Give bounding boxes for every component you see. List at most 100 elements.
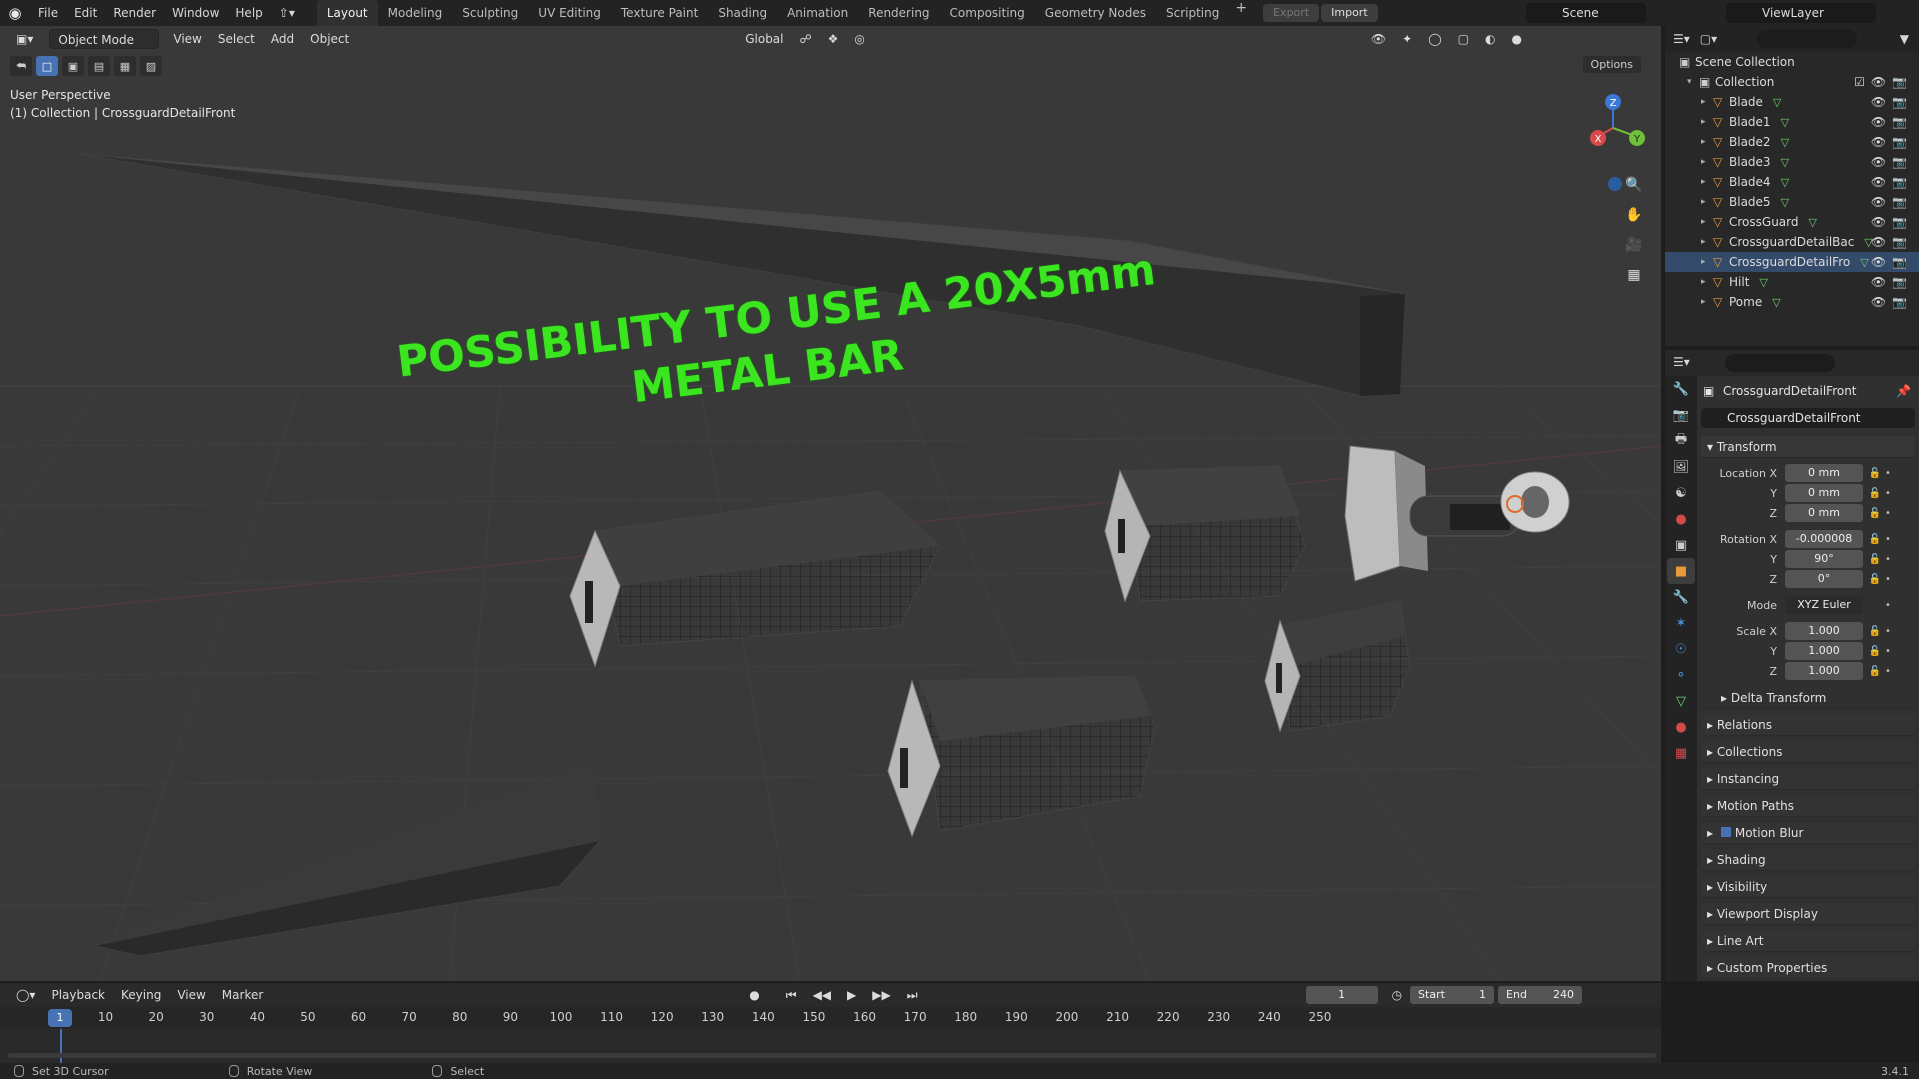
property-section[interactable]: ▸ Instancing [1701,768,1915,790]
property-section[interactable]: ▸ Motion Paths [1701,795,1915,817]
tool-tab-icon[interactable]: 🔧 [1667,376,1695,402]
rotation-x-field[interactable]: -0.000008 [1785,530,1863,548]
rotation-y-field[interactable]: 90° [1785,550,1863,568]
next-keyframe-icon[interactable]: ▶▶ [864,985,898,1005]
outliner-editor-icon[interactable]: ☰▾ [1673,32,1690,46]
ortho-grid-icon[interactable]: ▦ [1621,262,1647,288]
visibility-toggle-icons[interactable]: 👁📷 [1871,195,1913,209]
current-frame-marker[interactable]: 1 [48,1009,72,1027]
tab-modeling[interactable]: Modeling [378,0,453,26]
visibility-icon[interactable]: 👁 [1363,29,1394,49]
menu-timeline-view[interactable]: View [169,985,213,1005]
mesh-data-icon[interactable]: ▽ [1773,96,1781,109]
menu-window[interactable]: Window [164,6,227,20]
select-new-icon[interactable]: □ [36,56,58,76]
property-section[interactable]: ▸ Motion Blur [1701,822,1915,844]
menu-marker[interactable]: Marker [214,985,271,1005]
filter-icon[interactable]: ▼ [1900,32,1909,46]
mesh-data-icon[interactable]: ▽ [1781,196,1789,209]
expand-icon[interactable]: ▸ [1701,217,1713,227]
tab-animation[interactable]: Animation [777,0,858,26]
rotation-z-field[interactable]: 0° [1785,570,1863,588]
outliner-item[interactable]: ▸ ▽ Hilt ▽ 👁📷 [1665,272,1919,292]
outliner-item[interactable]: ▸ ▽ CrossguardDetailBac ▽ 👁📷 [1665,232,1919,252]
blade-tip-mesh[interactable] [93,765,601,957]
tab-rendering[interactable]: Rendering [858,0,939,26]
modifier-tab-icon[interactable]: 🔧 [1667,584,1695,610]
property-section[interactable]: ▸ Line Art [1701,930,1915,952]
expand-icon[interactable]: ▸ [1701,237,1713,247]
shading-solid-icon[interactable]: ● [1503,29,1529,49]
object-name-field[interactable]: CrossguardDetailFront [1701,408,1915,428]
menu-select[interactable]: Select [210,29,263,49]
expand-icon[interactable]: ▸ [1701,177,1713,187]
3d-viewport[interactable]: ▣▾ Object Mode View Select Add Object Gl… [0,26,1661,981]
record-icon[interactable]: ● [741,985,767,1005]
timeline-scrollbar[interactable] [8,1053,1656,1058]
property-section[interactable]: ▸ Visibility [1701,876,1915,898]
outliner-item[interactable]: ▸ ▽ CrossguardDetailFro ▽ 👁📷 [1665,252,1919,272]
keyframe-dot-icon[interactable]: • [1883,534,1893,545]
visibility-toggle-icons[interactable]: 👁📷 [1871,295,1913,309]
expand-icon[interactable]: ▸ [1701,277,1713,287]
editor-type-icon[interactable]: ▣▾ [8,29,41,49]
menu-edit[interactable]: Edit [66,6,105,20]
collection-row[interactable]: ▾ ▣ Collection ☑👁📷 [1665,72,1919,92]
mesh-data-icon[interactable]: ▽ [1860,256,1868,269]
zoom-icon[interactable]: 🔍 [1621,172,1647,198]
play-icon[interactable]: ▶ [839,985,864,1005]
mesh-data-icon[interactable]: ▽ [1809,216,1817,229]
tab-compositing[interactable]: Compositing [940,0,1035,26]
visibility-toggle-icons[interactable]: 👁📷 [1871,115,1913,129]
tab-uv-editing[interactable]: UV Editing [528,0,611,26]
scale-x-field[interactable]: 1.000 [1785,622,1863,640]
expand-icon[interactable]: ▸ [1701,297,1713,307]
expand-icon[interactable]: ▸ [1701,157,1713,167]
select-subtract-icon[interactable]: ▤ [88,56,110,76]
keyframe-dot-icon[interactable]: • [1883,488,1893,499]
lock-icon[interactable]: 🔓 [1867,666,1883,677]
keyframe-dot-icon[interactable]: • [1883,646,1893,657]
menu-view[interactable]: View [165,29,209,49]
lock-icon[interactable]: 🔓 [1867,468,1883,479]
object-tab-icon[interactable]: ■ [1667,558,1695,584]
lock-icon[interactable]: 🔓 [1867,488,1883,499]
select-invert-icon[interactable]: ▦ [114,56,136,76]
proportional-edit-icon[interactable]: ◎ [846,29,872,49]
location-y-field[interactable]: 0 mm [1785,484,1863,502]
visibility-toggle-icons[interactable]: 👁📷 [1871,135,1913,149]
visibility-toggle-icons[interactable]: 👁📷 [1871,175,1913,189]
transform-orientation-selector[interactable]: Global [737,29,791,49]
lock-icon[interactable]: 🔓 [1867,534,1883,545]
collection-tab-icon[interactable]: ▣ [1667,532,1695,558]
menu-add[interactable]: Add [263,29,302,49]
property-section[interactable]: ▸ Custom Properties [1701,957,1915,979]
scale-z-field[interactable]: 1.000 [1785,662,1863,680]
tab-layout[interactable]: Layout [316,0,378,26]
overlay-icon[interactable]: ◯ [1420,29,1449,49]
location-x-field[interactable]: 0 mm [1785,464,1863,482]
select-tool-icon[interactable]: ⮪ [10,56,32,76]
delta-transform-section[interactable]: ▸ Delta Transform [1701,687,1915,709]
prev-keyframe-icon[interactable]: ◀◀ [805,985,839,1005]
keyframe-dot-icon[interactable]: • [1883,574,1893,585]
gizmo-toggle-icon[interactable]: ✦ [1394,29,1420,49]
keyframe-dot-icon[interactable]: • [1883,600,1893,611]
properties-editor-icon[interactable]: ☰▾ [1673,355,1690,369]
keyframe-dot-icon[interactable]: • [1883,508,1893,519]
tab-geometry-nodes[interactable]: Geometry Nodes [1035,0,1156,26]
scene-selector[interactable]: Scene [1526,3,1646,23]
material-tab-icon[interactable]: ● [1667,714,1695,740]
mesh-data-icon[interactable]: ▽ [1781,156,1789,169]
display-mode-icon[interactable]: ▢▾ [1700,32,1717,46]
select-extend-icon[interactable]: ▣ [62,56,84,76]
properties-search-input[interactable] [1725,354,1835,372]
outliner-item[interactable]: ▸ ▽ Blade2 ▽ 👁📷 [1665,132,1919,152]
scale-y-field[interactable]: 1.000 [1785,642,1863,660]
blade-segment-4[interactable] [1264,600,1411,733]
tab-sculpting[interactable]: Sculpting [452,0,528,26]
menu-help[interactable]: Help [227,6,270,20]
pan-hand-icon[interactable]: ✋ [1621,202,1647,228]
blender-logo-icon[interactable]: ◉ [0,0,30,26]
outliner-item[interactable]: ▸ ▽ Blade ▽ 👁📷 [1665,92,1919,112]
